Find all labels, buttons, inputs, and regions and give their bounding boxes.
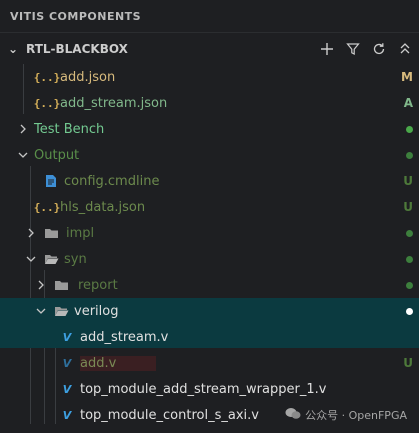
status-dot [406,226,413,240]
chevron-right-icon [34,280,48,290]
file-icon [42,173,60,189]
section-toolbar [317,33,415,65]
tree-item-add-v[interactable]: V add.v U [0,350,419,376]
status-badge-untracked: U [403,200,413,214]
tree-item-label: Test Bench [34,121,105,137]
tree-item-add-stream-json[interactable]: {..} add_stream.json A [0,90,419,116]
tree-item-label: verilog [74,303,119,319]
tree-item-label: hls_data.json [60,199,146,215]
chevron-right-icon [24,228,38,238]
tree-item-label: impl [66,225,95,241]
tree-item-label: top_module_control_s_axi.v [80,407,259,423]
status-badge-added: A [403,96,413,110]
status-dot [406,148,413,162]
tree-item-label: top_module_add_stream_wrapper_1.v [80,381,327,397]
tree-item-verilog[interactable]: verilog [0,298,419,324]
tree-item-wrapper-v[interactable]: V top_module_add_stream_wrapper_1.v [0,376,419,402]
filter-icon[interactable] [343,39,363,59]
tree-item-output[interactable]: Output [0,142,419,168]
json-file-icon: {..} [33,96,61,110]
file-tree: {..} add.json M {..} add_stream.json A T… [0,64,419,433]
chevron-down-icon [24,254,38,264]
tree-item-label: config.cmdline [64,173,160,189]
verilog-file-icon: V [62,356,72,370]
tree-item-add-json[interactable]: {..} add.json M [0,64,419,90]
tree-item-syn[interactable]: syn [0,246,419,272]
verilog-file-icon: V [62,382,72,396]
folder-open-icon [52,303,70,319]
json-file-icon: {..} [33,70,61,84]
status-dot [406,278,413,292]
tree-item-hls-data-json[interactable]: {..} hls_data.json U [0,194,419,220]
chevron-right-icon [16,124,30,134]
collapse-all-icon[interactable] [395,39,415,59]
tree-item-label: add_stream.json [60,95,168,111]
tree-item-label: report [78,277,118,293]
section-header-rtl-blackbox[interactable]: ⌄ RTL-BLACKBOX [0,32,419,64]
status-dot [406,304,413,318]
tree-item-impl[interactable]: impl [0,220,419,246]
json-file-icon: {..} [33,200,61,214]
tree-item-label: Output [34,147,80,163]
verilog-file-icon: V [62,408,72,422]
watermark: 公众号 · OpenFPGA [285,407,407,423]
chevron-down-icon [34,306,48,316]
status-badge-modified: M [401,70,413,84]
refresh-icon[interactable] [369,39,389,59]
tree-item-add-stream-v[interactable]: V add_stream.v [0,324,419,350]
tree-item-label: add.json [60,69,116,85]
status-dot [406,122,413,136]
section-title: RTL-BLACKBOX [26,41,128,56]
folder-icon [42,225,60,241]
tree-item-label: add.v [80,355,157,371]
chevron-down-icon [16,150,30,160]
chevron-down-icon: ⌄ [7,41,19,56]
status-badge-untracked: U [403,356,413,370]
watermark-text: 公众号 · OpenFPGA [305,409,407,422]
new-icon[interactable] [317,39,337,59]
wechat-icon [285,407,301,423]
tree-item-label: add_stream.v [80,329,169,345]
tree-item-report[interactable]: report [0,272,419,298]
status-badge-untracked: U [403,174,413,188]
folder-icon [52,277,70,293]
status-dot [406,252,413,266]
verilog-file-icon: V [62,330,72,344]
tree-item-test-bench[interactable]: Test Bench [0,116,419,142]
panel-title: VITIS COMPONENTS [10,9,142,23]
tree-item-label: syn [64,251,87,267]
folder-open-icon [42,251,60,267]
tree-item-config-cmdline[interactable]: config.cmdline U [0,168,419,194]
